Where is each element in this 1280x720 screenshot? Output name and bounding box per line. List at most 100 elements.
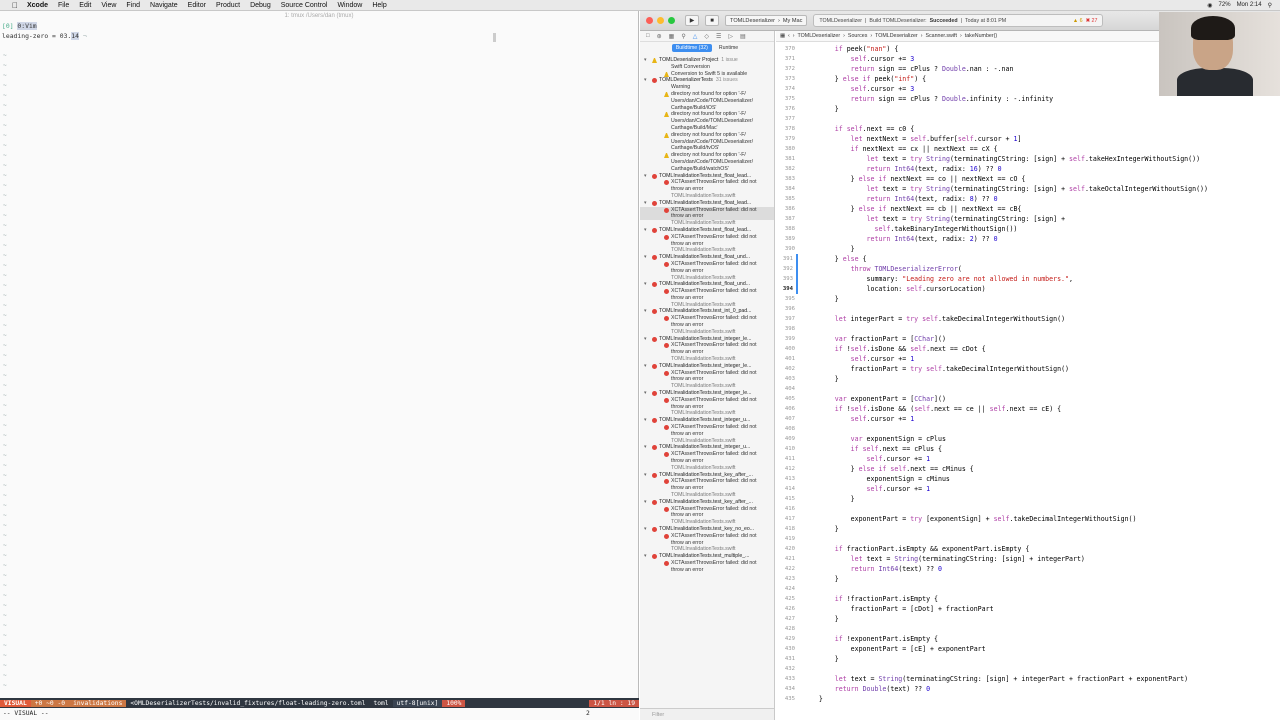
line-number[interactable]: 402 bbox=[776, 364, 798, 374]
tab-runtime[interactable]: Runtime bbox=[715, 44, 742, 52]
code-line[interactable]: 405 var exponentPart = [CChar]() bbox=[776, 394, 1280, 404]
line-number[interactable]: 431 bbox=[776, 654, 798, 664]
code-line[interactable]: 423 } bbox=[776, 574, 1280, 584]
line-number[interactable]: 424 bbox=[776, 584, 798, 594]
line-number[interactable]: 427 bbox=[776, 614, 798, 624]
issue-item[interactable]: XCTAssertThrowsError failed: did not thr… bbox=[640, 179, 774, 193]
back-icon[interactable]: ‹ bbox=[788, 33, 790, 39]
menu-source-control[interactable]: Source Control bbox=[276, 2, 333, 9]
clock[interactable]: Mon 2:14 bbox=[1237, 2, 1262, 8]
code-line[interactable]: 410 if self.next == cPlus { bbox=[776, 444, 1280, 454]
menu-navigate[interactable]: Navigate bbox=[145, 2, 183, 9]
code-line[interactable]: 388 self.takeBinaryIntegerWithoutSign()) bbox=[776, 224, 1280, 234]
search-icon[interactable]: ⚲ bbox=[1268, 2, 1272, 9]
line-number[interactable]: 399 bbox=[776, 334, 798, 344]
line-number[interactable]: 388 bbox=[776, 224, 798, 234]
source-control-icon[interactable]: ⊛ bbox=[657, 33, 662, 40]
line-number[interactable]: 376 bbox=[776, 104, 798, 114]
code-line[interactable]: 413 exponentSign = cMinus bbox=[776, 474, 1280, 484]
code-line[interactable]: 398 bbox=[776, 324, 1280, 334]
code-line[interactable]: 384 let text = try String(terminatingCSt… bbox=[776, 184, 1280, 194]
code-line[interactable]: 407 self.cursor += 1 bbox=[776, 414, 1280, 424]
disclosure-icon[interactable]: ▾ bbox=[644, 499, 647, 506]
related-items-icon[interactable]: ▦ bbox=[780, 33, 785, 39]
code-line[interactable]: 428 bbox=[776, 624, 1280, 634]
line-number[interactable]: 406 bbox=[776, 404, 798, 414]
code-line[interactable]: 401 self.cursor += 1 bbox=[776, 354, 1280, 364]
issue-file-name[interactable]: TOMLInvalidationTests.swift bbox=[640, 465, 774, 472]
code-line[interactable]: 382 return Int64(text, radix: 16) ?? 0 bbox=[776, 164, 1280, 174]
issue-item[interactable]: ▾ TOMLDeserializer Project 1 issue bbox=[640, 57, 774, 64]
folder-icon[interactable]: □ bbox=[646, 33, 650, 39]
test-issue-group[interactable]: ▾ TOMLInvalidationTests.test_float_lead..… bbox=[640, 227, 774, 234]
issue-file-name[interactable]: TOMLInvalidationTests.swift bbox=[640, 519, 774, 526]
zoom-icon[interactable] bbox=[668, 17, 675, 24]
line-number[interactable]: 386 bbox=[776, 204, 798, 214]
disclosure-icon[interactable]: ▾ bbox=[644, 472, 647, 479]
code-line[interactable]: 381 let text = try String(terminatingCSt… bbox=[776, 154, 1280, 164]
line-number[interactable]: 381 bbox=[776, 154, 798, 164]
test-issue-group[interactable]: ▾ TOMLInvalidationTests.test_key_no_eo... bbox=[640, 526, 774, 533]
disclosure-icon[interactable]: ▾ bbox=[644, 526, 647, 533]
disclosure-icon[interactable]: ▾ bbox=[644, 200, 647, 207]
line-number[interactable]: 409 bbox=[776, 434, 798, 444]
issue-file-name[interactable]: TOMLInvalidationTests.swift bbox=[640, 193, 774, 200]
tmux-window-name[interactable]: 0:Vim bbox=[17, 22, 37, 30]
find-icon[interactable]: ⚲ bbox=[681, 33, 685, 40]
issue-item[interactable]: XCTAssertThrowsError failed: did not thr… bbox=[640, 397, 774, 411]
menu-file[interactable]: File bbox=[53, 2, 74, 9]
code-line[interactable]: 380 if nextNext == cx || nextNext == cX … bbox=[776, 144, 1280, 154]
disclosure-icon[interactable]: ▾ bbox=[644, 308, 647, 315]
code-line[interactable]: 387 let text = try String(terminatingCSt… bbox=[776, 214, 1280, 224]
stop-button[interactable]: ■ bbox=[705, 15, 719, 26]
issue-item[interactable]: XCTAssertThrowsError failed: did not thr… bbox=[640, 288, 774, 302]
issue-item[interactable]: Warning bbox=[640, 84, 774, 91]
disclosure-icon[interactable]: ▾ bbox=[644, 363, 647, 370]
menu-window[interactable]: Window bbox=[332, 2, 367, 9]
line-number[interactable]: 377 bbox=[776, 114, 798, 124]
code-line[interactable]: 417 exponentPart = try [exponentSign] + … bbox=[776, 514, 1280, 524]
line-number[interactable]: 380 bbox=[776, 144, 798, 154]
apple-icon[interactable]:  bbox=[8, 1, 22, 10]
issue-icon[interactable]: △ bbox=[693, 33, 698, 40]
line-number[interactable]: 371 bbox=[776, 54, 798, 64]
code-line[interactable]: 425 if !fractionPart.isEmpty { bbox=[776, 594, 1280, 604]
line-number[interactable]: 428 bbox=[776, 624, 798, 634]
code-line[interactable]: 376 } bbox=[776, 104, 1280, 114]
report-icon[interactable]: ▤ bbox=[740, 33, 746, 40]
issue-file-name[interactable]: TOMLInvalidationTests.swift bbox=[640, 275, 774, 282]
code-line[interactable]: 395 } bbox=[776, 294, 1280, 304]
activity-view[interactable]: TOMLDeserializer | Build TOMLDeserialize… bbox=[813, 14, 1104, 27]
test-issue-group[interactable]: ▾ TOMLInvalidationTests.test_integer_u... bbox=[640, 444, 774, 451]
line-number[interactable]: 418 bbox=[776, 524, 798, 534]
line-number[interactable]: 414 bbox=[776, 484, 798, 494]
line-number[interactable]: 417 bbox=[776, 514, 798, 524]
code-line[interactable]: 377 bbox=[776, 114, 1280, 124]
source-editor[interactable]: ▦ ‹ › TOMLDeserializer › Sources › TOMLDes… bbox=[776, 31, 1280, 720]
issue-file-name[interactable]: TOMLInvalidationTests.swift bbox=[640, 356, 774, 363]
issue-file-name[interactable]: TOMLInvalidationTests.swift bbox=[640, 383, 774, 390]
test-issue-group[interactable]: ▾ TOMLInvalidationTests.test_key_after_..… bbox=[640, 499, 774, 506]
line-number[interactable]: 429 bbox=[776, 634, 798, 644]
issue-item[interactable]: Swift Conversion bbox=[640, 64, 774, 71]
disclosure-icon[interactable]: ▾ bbox=[644, 390, 647, 397]
test-issue-group[interactable]: ▾ TOMLInvalidationTests.test_integer_u... bbox=[640, 417, 774, 424]
tab-buildtime[interactable]: Buildtime (32) bbox=[671, 43, 712, 52]
line-number[interactable]: 375 bbox=[776, 94, 798, 104]
test-icon[interactable]: ◇ bbox=[704, 33, 709, 40]
line-number[interactable]: 426 bbox=[776, 604, 798, 614]
issue-item[interactable]: XCTAssertThrowsError failed: did not thr… bbox=[640, 560, 774, 574]
line-number[interactable]: 396 bbox=[776, 304, 798, 314]
code-line[interactable]: 397 let integerPart = try self.takeDecim… bbox=[776, 314, 1280, 324]
issue-item[interactable]: directory not found for option '-F/ User… bbox=[640, 132, 774, 152]
code-line[interactable]: 419 bbox=[776, 534, 1280, 544]
code-line[interactable]: 432 bbox=[776, 664, 1280, 674]
line-number[interactable]: 405 bbox=[776, 394, 798, 404]
issue-item[interactable]: XCTAssertThrowsError failed: did not thr… bbox=[640, 424, 774, 438]
error-count[interactable]: ✖ 27 bbox=[1086, 18, 1098, 24]
disclosure-icon[interactable]: ▾ bbox=[644, 417, 647, 424]
line-number[interactable]: 434 bbox=[776, 684, 798, 694]
code-line[interactable]: 430 exponentPart = [cE] + exponentPart bbox=[776, 644, 1280, 654]
wifi-icon[interactable]: ◉ bbox=[1207, 2, 1212, 9]
jump-method[interactable]: takeNumber() bbox=[965, 33, 997, 39]
